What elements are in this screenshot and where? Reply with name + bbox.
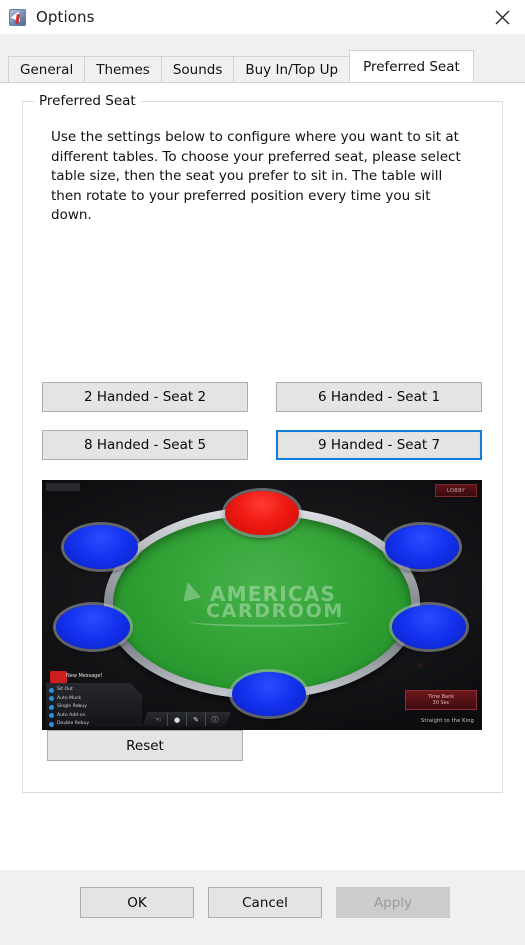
table-option-sit-out[interactable]: Sit Out <box>49 686 142 694</box>
window-title: Options <box>36 8 95 26</box>
note-icon[interactable]: ✎ <box>187 713 206 726</box>
table-header-chip <box>46 483 80 491</box>
tab-buy-in-top-up[interactable]: Buy In/Top Up <box>233 56 351 82</box>
ok-button[interactable]: OK <box>80 887 194 918</box>
tab-preferred-seat[interactable]: Preferred Seat <box>349 50 474 82</box>
table-option-label: Single Rebuy <box>57 704 87 709</box>
hand-icon[interactable]: ☜ <box>149 713 168 726</box>
seat-button-8-handed[interactable]: 8 Handed - Seat 5 <box>42 430 248 460</box>
tabs-row: General Themes Sounds Buy In/Top Up Pref… <box>8 50 474 82</box>
table-option-auto-muck[interactable]: Auto Muck <box>49 695 142 703</box>
new-message-label: New Message! <box>66 673 103 679</box>
seat-preset-row-2: 8 Handed - Seat 5 9 Handed - Seat 7 <box>42 430 482 460</box>
americas-cardroom-logo: AMERICAS CARDROOM <box>167 579 357 627</box>
time-bank-button[interactable]: Time Bank 30 Sec <box>405 690 477 710</box>
groupbox-legend: Preferred Seat <box>34 93 141 109</box>
table-option-auto-add-on[interactable]: Auto Add-on <box>49 712 142 720</box>
table-seat-bottom-center[interactable] <box>232 672 306 716</box>
title-bar: Options <box>0 0 525 34</box>
checkbox-icon <box>49 704 54 710</box>
seat-preset-row-1: 2 Handed - Seat 2 6 Handed - Seat 1 <box>42 382 482 412</box>
time-bank-value: 30 Sec <box>432 700 450 706</box>
checkbox-icon <box>49 687 54 693</box>
table-felt: AMERICAS CARDROOM <box>113 515 411 691</box>
new-message-indicator: New Message! <box>50 671 102 688</box>
tab-themes[interactable]: Themes <box>84 56 162 82</box>
dialog-footer: OK Cancel Apply <box>0 870 525 945</box>
table-seat-right-upper[interactable] <box>385 525 459 569</box>
tab-panel-preferred-seat: Preferred Seat Use the settings below to… <box>0 82 525 870</box>
table-option-label: Double Rebuy <box>57 721 90 726</box>
table-option-double-rebuy[interactable]: Double Rebuy <box>49 720 142 727</box>
table-seat-left-lower[interactable] <box>56 605 130 649</box>
close-icon[interactable] <box>479 0 525 34</box>
table-toolbar: ☜ ● ✎ ⓘ <box>142 712 231 727</box>
table-option-label: Sit Out <box>57 687 73 692</box>
checkbox-icon <box>49 696 54 701</box>
apply-button: Apply <box>336 887 450 918</box>
table-tagline: Straight to the King <box>421 718 474 724</box>
table-rail: AMERICAS CARDROOM <box>104 507 420 699</box>
logo-swoosh <box>189 617 349 627</box>
table-seat-left-upper[interactable] <box>64 525 138 569</box>
seat-button-2-handed[interactable]: 2 Handed - Seat 2 <box>42 382 248 412</box>
dialog-buttons: OK Cancel Apply <box>80 887 450 918</box>
table-options-list: Sit Out Auto Muck Single Rebuy Auto Add-… <box>46 683 142 727</box>
seat-button-6-handed[interactable]: 6 Handed - Seat 1 <box>276 382 482 412</box>
seat-preset-buttons: 2 Handed - Seat 2 6 Handed - Seat 1 8 Ha… <box>42 382 482 478</box>
tab-sounds[interactable]: Sounds <box>160 56 235 82</box>
info-icon[interactable]: ⓘ <box>206 713 224 726</box>
tab-strip: General Themes Sounds Buy In/Top Up Pref… <box>0 34 525 82</box>
table-option-label: Auto Muck <box>57 695 82 701</box>
table-option-single-rebuy[interactable]: Single Rebuy <box>49 703 142 711</box>
message-bubble-icon <box>50 671 67 688</box>
checkbox-icon <box>49 713 54 718</box>
description-text: Use the settings below to configure wher… <box>51 129 461 223</box>
table-option-label: Auto Add-on <box>57 712 86 718</box>
tab-general[interactable]: General <box>8 56 86 82</box>
lobby-button[interactable]: LOBBY <box>435 484 477 497</box>
table-seat-right-lower[interactable] <box>392 605 466 649</box>
poker-table-preview[interactable]: LOBBY AMERICAS CARDROOM New Message! Sit… <box>42 480 482 730</box>
seat-button-9-handed[interactable]: 9 Handed - Seat 7 <box>276 430 482 460</box>
reset-button[interactable]: Reset <box>47 730 243 761</box>
cancel-button[interactable]: Cancel <box>208 887 322 918</box>
checkbox-icon <box>49 721 54 727</box>
chat-icon[interactable]: ● <box>168 713 187 726</box>
app-icon <box>9 8 26 26</box>
table-seat-top-center[interactable] <box>225 491 299 535</box>
preferred-seat-groupbox: Preferred Seat Use the settings below to… <box>22 93 503 793</box>
